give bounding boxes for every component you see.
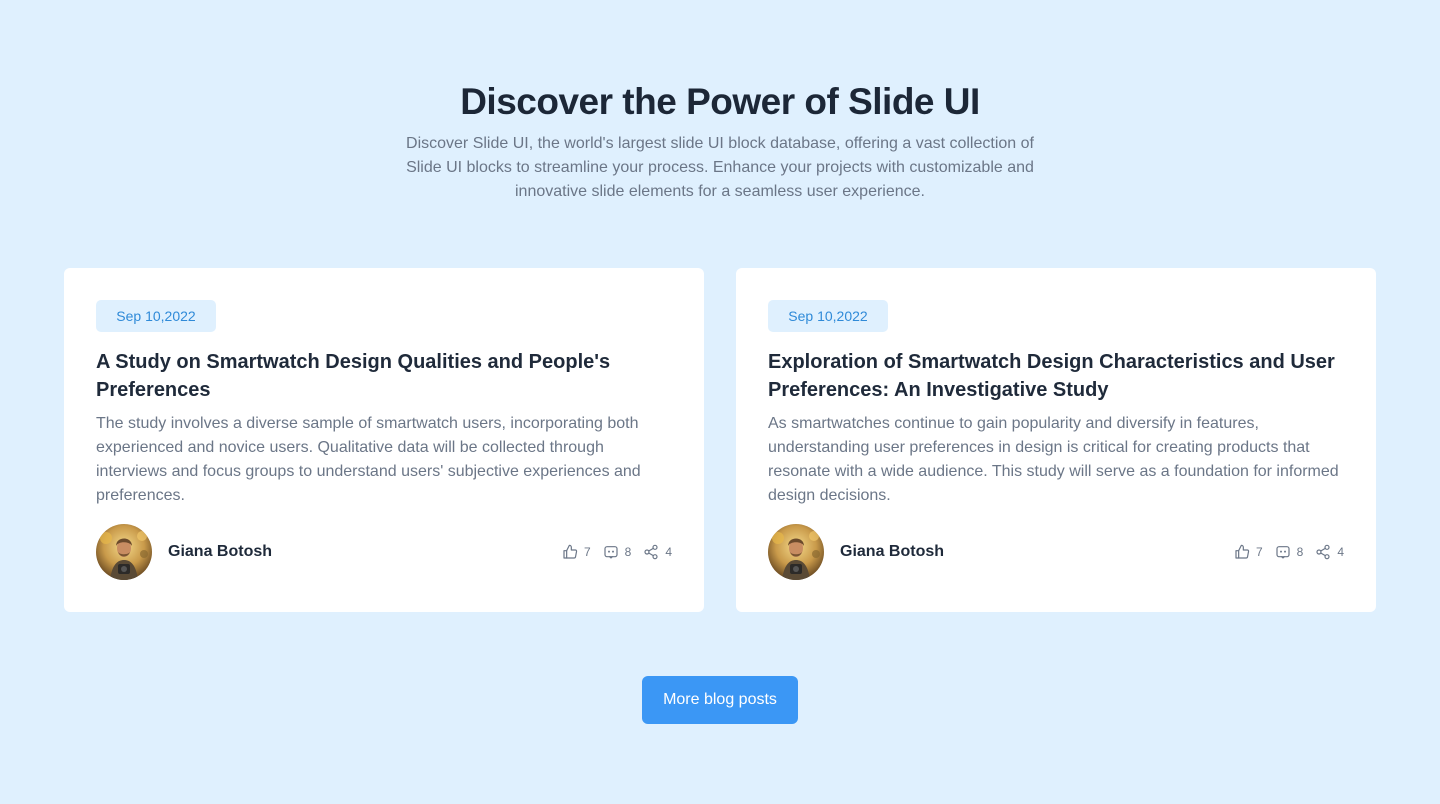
date-badge: Sep 10,2022 (768, 300, 888, 332)
more-blog-posts-button[interactable]: More blog posts (642, 676, 798, 724)
like-count: 7 (1255, 545, 1263, 559)
post-excerpt: As smartwatches continue to gain popular… (768, 415, 1339, 504)
share-icon (1315, 544, 1331, 560)
comment-stat[interactable]: 8 (603, 544, 632, 560)
author-name[interactable]: Giana Botosh (840, 542, 944, 562)
avatar (96, 524, 152, 580)
post-title[interactable]: A Study on Smartwatch Design Qualities a… (96, 348, 676, 404)
like-stat[interactable]: 7 (1234, 544, 1263, 560)
blog-card[interactable]: Sep 10,2022 A Study on Smartwatch Design… (64, 268, 704, 612)
comment-stat[interactable]: 8 (1275, 544, 1304, 560)
page-subtitle: Discover Slide UI, the world's largest s… (406, 135, 1034, 200)
comment-count: 8 (1296, 545, 1304, 559)
share-count: 4 (1337, 545, 1344, 559)
post-stats: 7 8 4 (562, 543, 672, 561)
thumbs-up-icon (1234, 544, 1250, 560)
like-count: 7 (583, 545, 591, 559)
comment-count: 8 (624, 545, 632, 559)
comment-icon (603, 544, 619, 560)
share-stat[interactable]: 4 (643, 544, 672, 560)
comment-icon (1275, 544, 1291, 560)
post-excerpt: The study involves a diverse sample of s… (96, 415, 641, 504)
post-stats: 7 8 4 (1234, 543, 1344, 561)
blog-section: Discover the Power of Slide UI Discover … (0, 0, 1440, 804)
share-count: 4 (665, 545, 672, 559)
date-badge: Sep 10,2022 (96, 300, 216, 332)
page-title: Discover the Power of Slide UI (460, 81, 980, 122)
avatar (768, 524, 824, 580)
thumbs-up-icon (562, 544, 578, 560)
share-icon (643, 544, 659, 560)
post-title[interactable]: Exploration of Smartwatch Design Charact… (768, 348, 1348, 404)
blog-card[interactable]: Sep 10,2022 Exploration of Smartwatch De… (736, 268, 1376, 612)
author-name[interactable]: Giana Botosh (168, 542, 272, 562)
share-stat[interactable]: 4 (1315, 544, 1344, 560)
like-stat[interactable]: 7 (562, 544, 591, 560)
